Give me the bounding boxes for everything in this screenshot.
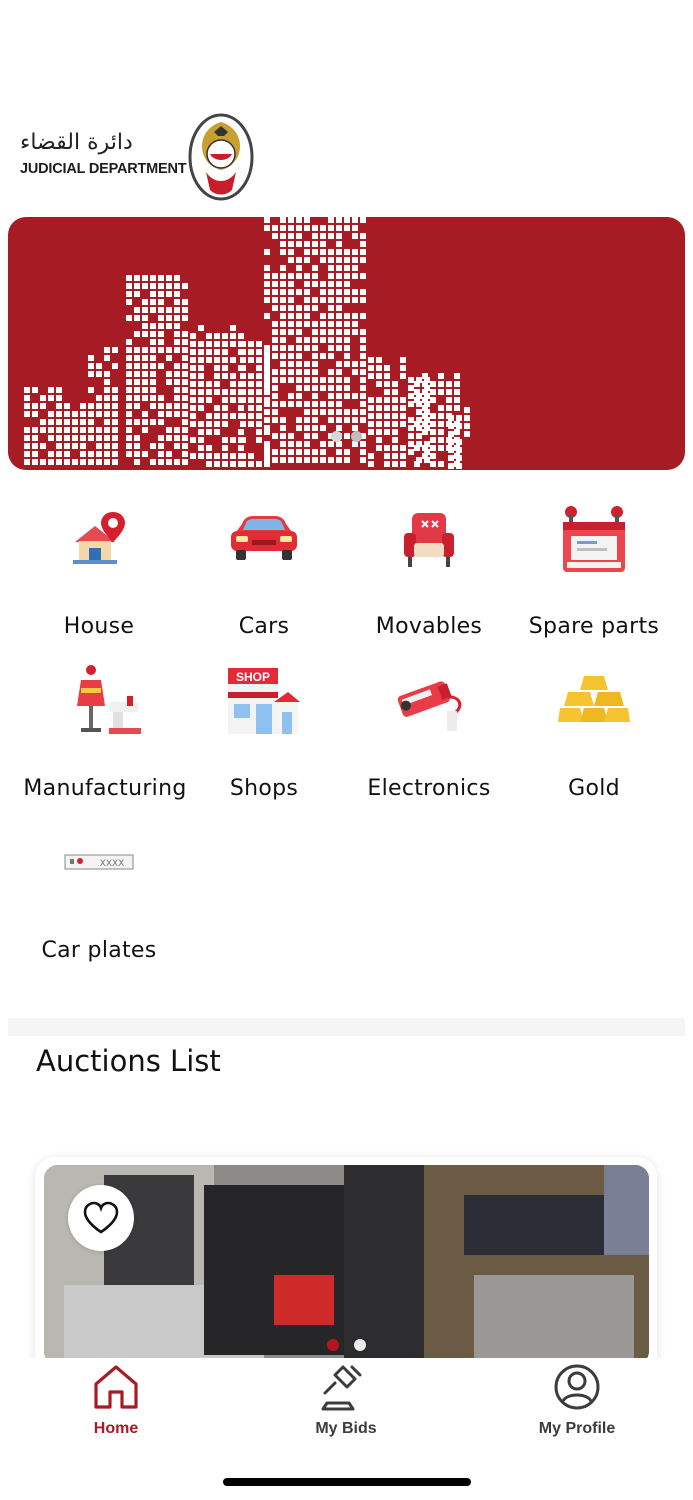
logo-arabic-text: دائرة القضاء: [20, 130, 133, 155]
category-label: Cars: [238, 614, 290, 639]
favorite-button[interactable]: [68, 1185, 134, 1251]
shop-icon: SHOP: [228, 668, 300, 734]
tab-label: My Profile: [538, 1420, 616, 1437]
category-label: Manufacturing: [23, 776, 187, 801]
home-indicator: [223, 1478, 471, 1486]
heart-icon: [83, 1201, 119, 1234]
user-icon: [554, 1364, 600, 1410]
tab-my-profile[interactable]: My Profile: [507, 1362, 647, 1438]
gavel-icon: [321, 1365, 362, 1411]
category-spare-parts[interactable]: Spare parts: [509, 498, 679, 639]
logo-english-text: JUDICIAL DEPARTMENT: [20, 161, 187, 177]
auctions-list-title: Auctions List: [36, 1044, 221, 1078]
category-label: Movables: [375, 614, 483, 639]
category-car-plates[interactable]: XXXX Car plates: [14, 822, 184, 963]
category-label: Gold: [568, 776, 620, 801]
sewing-mannequin-icon: [77, 665, 141, 734]
banner-dot-2[interactable]: [351, 431, 362, 442]
tab-label: My Bids: [315, 1420, 377, 1437]
category-shops[interactable]: SHOP Shops: [179, 660, 349, 801]
category-label: Electronics: [367, 776, 491, 801]
auction-card[interactable]: [35, 1157, 657, 1377]
battery-icon: [563, 506, 625, 572]
tab-my-bids[interactable]: My Bids: [276, 1362, 416, 1438]
tab-label: Home: [93, 1420, 139, 1437]
house-location-icon: [73, 512, 125, 564]
category-label: House: [63, 614, 135, 639]
falcon-emblem-icon: [188, 113, 254, 201]
armchair-icon: [404, 513, 454, 567]
promo-banner-carousel[interactable]: [8, 217, 685, 470]
auction-photo-image: [44, 1165, 649, 1365]
category-manufacturing[interactable]: Manufacturing: [20, 660, 190, 801]
category-house[interactable]: House: [14, 498, 184, 639]
security-camera-icon: [397, 681, 462, 731]
plate-number-text: XXXX: [100, 859, 125, 869]
banner-dot-1[interactable]: [331, 431, 342, 442]
card-page-dot-1[interactable]: [327, 1339, 339, 1351]
category-label: Spare parts: [528, 614, 660, 639]
tab-home[interactable]: Home: [46, 1362, 186, 1438]
license-plate-icon: XXXX: [64, 854, 134, 870]
car-icon: [231, 516, 297, 560]
category-gold[interactable]: Gold: [509, 660, 679, 801]
category-label: Shops: [229, 776, 299, 801]
home-icon: [94, 1365, 138, 1409]
judicial-department-logo: دائرة القضاء JUDICIAL DEPARTMENT: [18, 112, 258, 204]
category-electronics[interactable]: Electronics: [344, 660, 514, 801]
gold-bars-icon: [558, 676, 630, 722]
category-cars[interactable]: Cars: [179, 498, 349, 639]
banner-pagination: [8, 431, 685, 442]
card-page-dot-2[interactable]: [354, 1339, 366, 1351]
auction-photo[interactable]: [44, 1165, 649, 1365]
category-label: Car plates: [41, 938, 157, 963]
category-movables[interactable]: Movables: [344, 498, 514, 639]
section-divider: [8, 1018, 685, 1036]
shop-sign-text: SHOP: [236, 670, 270, 684]
